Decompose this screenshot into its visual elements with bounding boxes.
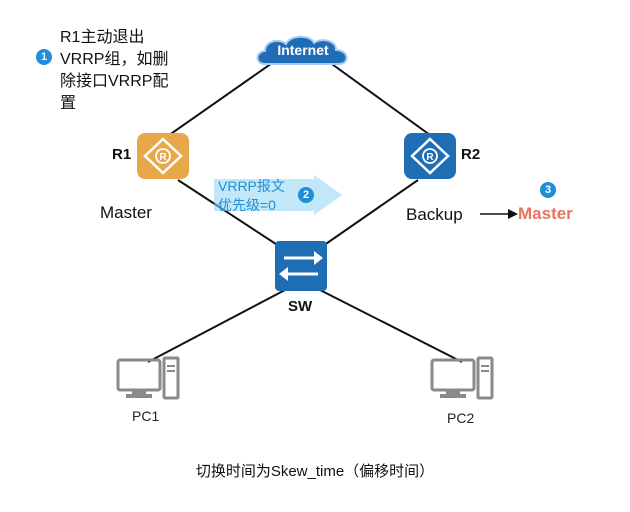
- step1-line1: R1主动退出: [60, 29, 145, 46]
- step1-badge: 1: [36, 49, 52, 65]
- step2-line1: VRRP报文: [218, 178, 285, 194]
- switch-label: SW: [288, 298, 313, 315]
- step1-line2: VRRP组，如删: [60, 51, 169, 68]
- step2-badge: 2: [298, 187, 314, 203]
- step1-line4: 置: [60, 95, 77, 112]
- vrrp-failover-diagram: Internet 1 R1主动退出 VRRP组，如删 除接口VRRP配 置 R1…: [0, 0, 630, 512]
- svg-text:R: R: [426, 152, 434, 163]
- link-sw-pc2: [319, 289, 463, 363]
- new-master-label: Master: [518, 204, 573, 223]
- r1-role-label: Master: [100, 203, 152, 222]
- step3-badge: 3: [540, 182, 556, 198]
- transition-arrow-icon: [480, 209, 518, 219]
- pc2-label: PC2: [447, 410, 475, 426]
- r2-label: R2: [461, 146, 481, 163]
- r1-label: R1: [112, 146, 132, 163]
- switch-icon: [274, 240, 328, 292]
- step1-line3: 除接口VRRP配: [60, 73, 169, 90]
- r1-router-icon: R: [135, 131, 191, 181]
- link-sw-pc1: [147, 289, 286, 363]
- pc2-computer-icon: [430, 356, 496, 400]
- pc1-computer-icon: [116, 356, 182, 400]
- r2-role-label: Backup: [406, 205, 463, 224]
- internet-cloud-icon: Internet: [253, 32, 353, 72]
- caption: 切换时间为Skew_time（偏移时间）: [195, 463, 435, 480]
- pc1-label: PC1: [132, 408, 160, 424]
- internet-label: Internet: [277, 42, 329, 58]
- svg-text:R: R: [159, 152, 167, 163]
- step2-line2: 优先级=0: [218, 197, 276, 213]
- r2-router-icon: R: [402, 131, 458, 181]
